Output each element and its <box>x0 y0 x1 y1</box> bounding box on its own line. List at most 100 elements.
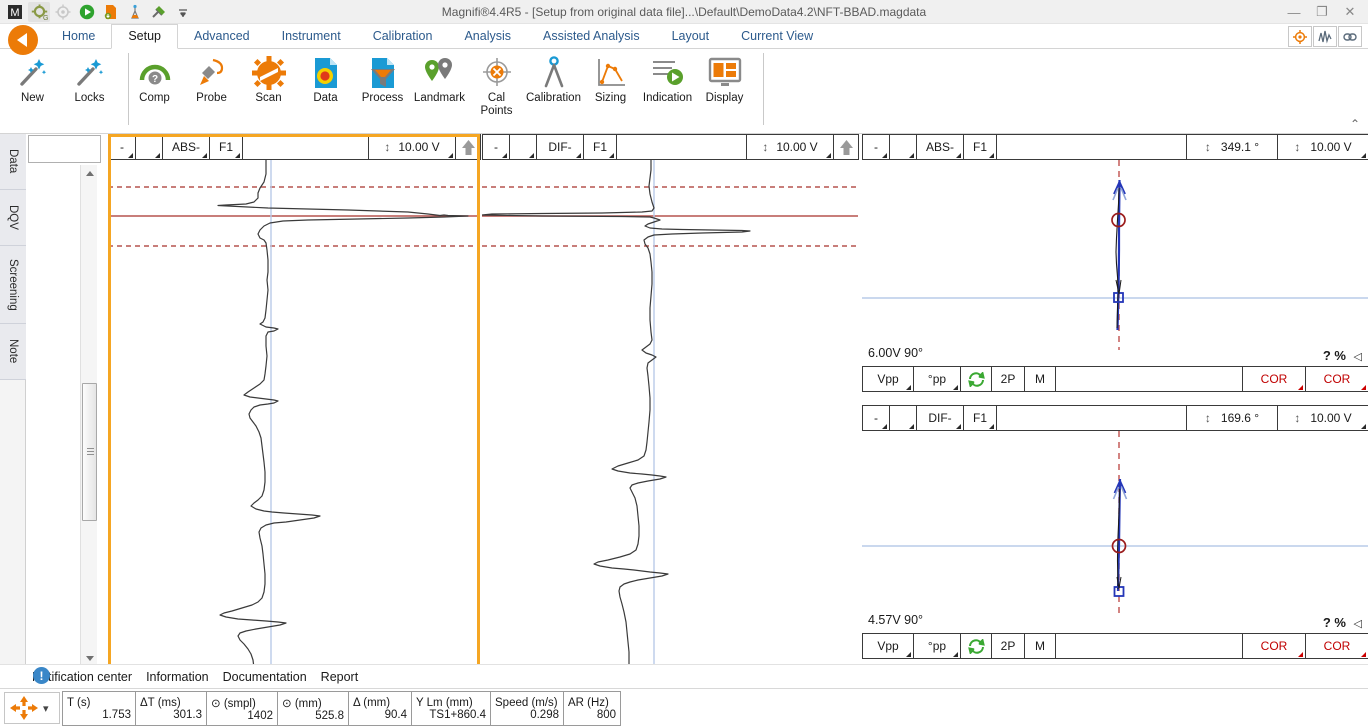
imp-dif-collapse-icon[interactable]: ◁ <box>1354 617 1362 630</box>
calibration-flask-icon[interactable] <box>124 2 146 22</box>
imp-abs-scale-select[interactable]: ↕ 10.00 V <box>1277 134 1368 160</box>
scrollbar-thumb[interactable] <box>82 383 97 521</box>
ribbon-new-button[interactable]: New <box>4 49 61 125</box>
ribbon-right-buttons[interactable] <box>1288 26 1362 47</box>
imp-abs-cor-left-button[interactable]: COR <box>1242 366 1306 392</box>
imp-dif-degpp-button[interactable]: °pp <box>913 633 961 659</box>
imp-abs-vpp-button[interactable]: Vpp <box>862 366 914 392</box>
imp-dif-vpp-button[interactable]: Vpp <box>862 633 914 659</box>
ribbon-display-button[interactable]: Display <box>696 49 753 125</box>
file-download-icon[interactable] <box>100 2 122 22</box>
impedance-abs-panel[interactable]: - ABS- F1 ↕ 349.1 ° ↕ 10.00 V 6.00V 90° … <box>862 134 1368 402</box>
information-link[interactable]: Information <box>146 670 209 684</box>
imp-abs-cell2[interactable] <box>889 134 917 160</box>
sidebar-item-note[interactable]: Note <box>0 324 26 380</box>
minimize-button[interactable]: — <box>1280 0 1308 24</box>
imp-abs-cell1[interactable]: - <box>862 134 890 160</box>
ribbon-scan-button[interactable]: Scan <box>240 49 297 125</box>
strip-dif-cell2[interactable] <box>509 134 537 160</box>
imp-dif-rotation-select[interactable]: ↕ 169.6 ° <box>1186 405 1278 431</box>
target-icon[interactable] <box>52 2 74 22</box>
pan-tool-dropdown[interactable]: ▾ <box>43 702 49 715</box>
vertical-scrollbar[interactable] <box>80 165 97 667</box>
ribbon-calibration-button[interactable]: Calibration <box>525 49 582 125</box>
ribbon-sizing-button[interactable]: Sizing <box>582 49 639 125</box>
sidebar-item-dqv[interactable]: DQV <box>0 190 26 246</box>
tab-current-view[interactable]: Current View <box>725 24 829 49</box>
settings-gear-icon[interactable]: G <box>28 2 50 22</box>
imp-abs-canvas[interactable] <box>862 160 1368 350</box>
ribbon-data-button[interactable]: Data <box>297 49 354 125</box>
imp-dif-canvas[interactable] <box>862 431 1368 617</box>
ribbon-indication-button[interactable]: Indication <box>639 49 696 125</box>
documentation-link[interactable]: Documentation <box>223 670 307 684</box>
imp-abs-cor-right-button[interactable]: COR <box>1305 366 1368 392</box>
ribbon-collapse-icon[interactable]: ⌃ <box>1350 117 1360 131</box>
impedance-abs-toolbar[interactable]: - ABS- F1 ↕ 349.1 ° ↕ 10.00 V <box>862 134 1368 160</box>
sidebar-item-data[interactable]: Data <box>0 134 26 190</box>
imp-dif-mode-select[interactable]: DIF- <box>916 405 964 431</box>
strip-chart-abs-panel[interactable]: - ABS- F1 ↕ 10.00 V <box>108 134 481 668</box>
imp-dif-freq-select[interactable]: F1 <box>963 405 997 431</box>
imp-abs-2p-button[interactable]: 2P <box>991 366 1025 392</box>
link-view-icon[interactable] <box>1338 26 1362 47</box>
ribbon-locks-button[interactable]: Locks <box>61 49 118 125</box>
imp-abs-degpp-button[interactable]: °pp <box>913 366 961 392</box>
restore-button[interactable]: ❐ <box>1308 0 1336 24</box>
report-link[interactable]: Report <box>321 670 359 684</box>
ribbon-landmark-button[interactable]: Landmark <box>411 49 468 125</box>
imp-dif-cell1[interactable]: - <box>862 405 890 431</box>
ribbon-comp-button[interactable]: ? Comp <box>126 49 183 125</box>
ribbon-process-button[interactable]: Process <box>354 49 411 125</box>
imp-abs-rotation-select[interactable]: ↕ 349.1 ° <box>1186 134 1278 160</box>
strip-dif-freq-select[interactable]: F1 <box>583 134 617 160</box>
imp-dif-cor-left-button[interactable]: COR <box>1242 633 1306 659</box>
strip-chart-dif-panel[interactable]: - DIF- F1 ↕ 10.00 V <box>482 134 859 668</box>
back-button[interactable] <box>8 25 38 55</box>
sidebar-item-screening[interactable]: Screening <box>0 246 26 324</box>
imp-dif-m-button[interactable]: M <box>1024 633 1056 659</box>
info-icon[interactable]: ! <box>33 667 50 684</box>
ribbon-cal-points-button[interactable]: Cal Points <box>468 49 525 125</box>
imp-abs-footer[interactable]: Vpp °pp 2P M COR COR <box>862 366 1368 392</box>
imp-dif-refresh-button[interactable] <box>960 633 992 659</box>
tab-layout[interactable]: Layout <box>656 24 726 49</box>
strip-dif-cell1[interactable]: - <box>482 134 510 160</box>
play-icon[interactable] <box>76 2 98 22</box>
imp-abs-mode-select[interactable]: ABS- <box>916 134 964 160</box>
imp-dif-scale-select[interactable]: ↕ 10.00 V <box>1277 405 1368 431</box>
tab-setup[interactable]: Setup <box>111 24 179 49</box>
imp-abs-freq-select[interactable]: F1 <box>963 134 997 160</box>
strip-dif-mode-select[interactable]: DIF- <box>536 134 584 160</box>
strip-dif-up-button[interactable] <box>833 134 859 160</box>
ribbon-tabs[interactable]: Home Setup Advanced Instrument Calibrati… <box>46 24 829 49</box>
scroll-up-arrow[interactable] <box>81 165 98 182</box>
pan-tool-button[interactable]: ▾ <box>4 692 60 724</box>
quick-access-toolbar[interactable]: M G <box>4 2 194 22</box>
imp-dif-cell2[interactable] <box>889 405 917 431</box>
imp-abs-collapse-icon[interactable]: ◁ <box>1354 350 1362 363</box>
customize-qat-icon[interactable] <box>172 2 194 22</box>
imp-abs-m-button[interactable]: M <box>1024 366 1056 392</box>
tab-advanced[interactable]: Advanced <box>178 24 266 49</box>
plug-icon[interactable] <box>148 2 170 22</box>
tab-calibration[interactable]: Calibration <box>357 24 449 49</box>
strip-dif-toolbar[interactable]: - DIF- F1 ↕ 10.00 V <box>482 134 859 160</box>
imp-abs-refresh-button[interactable] <box>960 366 992 392</box>
ribbon-probe-button[interactable]: Probe <box>183 49 240 125</box>
signal-view-icon[interactable] <box>1313 26 1337 47</box>
imp-dif-footer[interactable]: Vpp °pp 2P M COR COR <box>862 633 1368 659</box>
close-button[interactable]: ✕ <box>1336 0 1364 24</box>
tab-instrument[interactable]: Instrument <box>266 24 357 49</box>
strip-dif-scale-select[interactable]: ↕ 10.00 V <box>746 134 834 160</box>
strip-dif-canvas[interactable] <box>482 160 858 668</box>
tab-assisted-analysis[interactable]: Assisted Analysis <box>527 24 656 49</box>
impedance-dif-toolbar[interactable]: - DIF- F1 ↕ 169.6 ° ↕ 10.00 V <box>862 405 1368 431</box>
impedance-dif-panel[interactable]: - DIF- F1 ↕ 169.6 ° ↕ 10.00 V 4.57V 90° … <box>862 405 1368 668</box>
tab-analysis[interactable]: Analysis <box>448 24 527 49</box>
target-view-icon[interactable] <box>1288 26 1312 47</box>
window-controls[interactable]: — ❐ ✕ <box>1280 0 1364 24</box>
tab-home[interactable]: Home <box>46 24 111 49</box>
imp-dif-2p-button[interactable]: 2P <box>991 633 1025 659</box>
imp-dif-cor-right-button[interactable]: COR <box>1305 633 1368 659</box>
